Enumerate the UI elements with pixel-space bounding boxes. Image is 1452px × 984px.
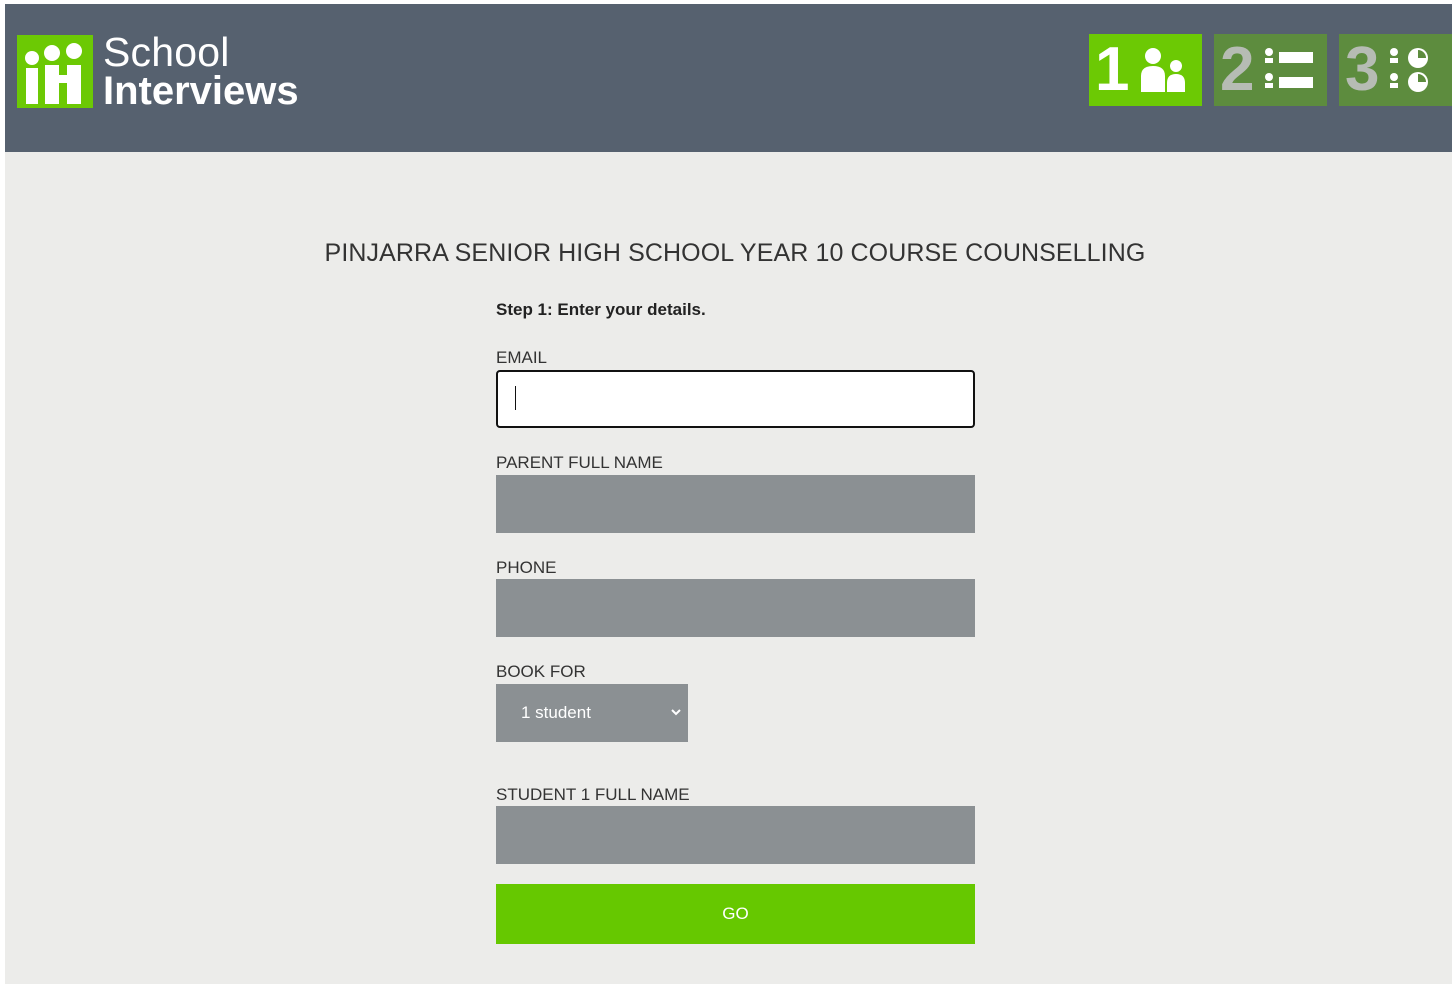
clock-list-icon [1390,48,1428,92]
step-2: 2 [1214,34,1327,106]
student-name-field[interactable] [496,806,975,864]
list-icon [1265,48,1313,88]
step-1-number: 1 [1095,35,1130,104]
email-field[interactable] [496,370,975,428]
phone-field[interactable] [496,579,975,637]
parent-name-label: PARENT FULL NAME [496,453,663,472]
brand-line-2: Interviews [103,68,299,113]
people-icon [1141,48,1185,92]
student-name-label: STUDENT 1 FULL NAME [496,785,690,804]
page: School Interviews 1 2 3 PINJARRA SENIOR … [5,4,1452,984]
page-title: PINJARRA SENIOR HIGH SCHOOL YEAR 10 COUR… [324,239,1146,267]
chevron-down-icon [671,709,681,716]
step-instruction: Step 1: Enter your details. [496,300,706,319]
email-label: EMAIL [496,348,548,367]
brand-name: School Interviews [103,28,299,113]
header: School Interviews 1 2 3 [5,4,1452,152]
step-1: 1 [1089,34,1202,106]
step-indicator: 1 2 3 [1089,34,1452,106]
step-3: 3 [1339,34,1452,106]
parent-name-field[interactable] [496,475,975,533]
step-2-number: 2 [1220,35,1255,104]
step-3-number: 3 [1345,35,1380,104]
people-logo-icon [17,34,93,108]
logo[interactable]: School Interviews [17,28,299,113]
book-for-value: 1 student [521,703,591,722]
go-button[interactable]: GO [496,884,975,944]
phone-label: PHONE [496,558,557,577]
brand-line-1: School [103,28,230,75]
text-caret [515,386,516,410]
book-for-label: BOOK FOR [496,662,586,681]
book-for-select[interactable]: 1 student [496,684,688,742]
